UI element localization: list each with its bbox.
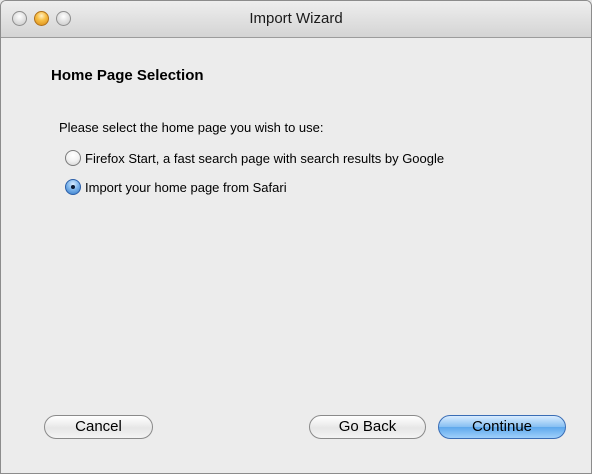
option-import-safari[interactable]: Import your home page from Safari — [65, 178, 287, 196]
import-wizard-window: Import Wizard Home Page Selection Please… — [0, 0, 592, 474]
title-bar[interactable]: Import Wizard — [1, 1, 591, 38]
import-safari-label[interactable]: Import your home page from Safari — [85, 180, 287, 195]
firefox-start-label[interactable]: Firefox Start, a fast search page with s… — [85, 151, 444, 166]
continue-button[interactable]: Continue — [438, 415, 566, 439]
firefox-start-radio[interactable] — [65, 150, 81, 166]
go-back-button[interactable]: Go Back — [309, 415, 426, 439]
radio-selected-dot — [71, 185, 75, 189]
page-heading: Home Page Selection — [51, 67, 204, 84]
option-firefox-start[interactable]: Firefox Start, a fast search page with s… — [65, 149, 444, 167]
cancel-button[interactable]: Cancel — [44, 415, 153, 439]
import-safari-radio[interactable] — [65, 179, 81, 195]
window-title: Import Wizard — [249, 10, 343, 27]
selection-prompt: Please select the home page you wish to … — [59, 120, 324, 135]
